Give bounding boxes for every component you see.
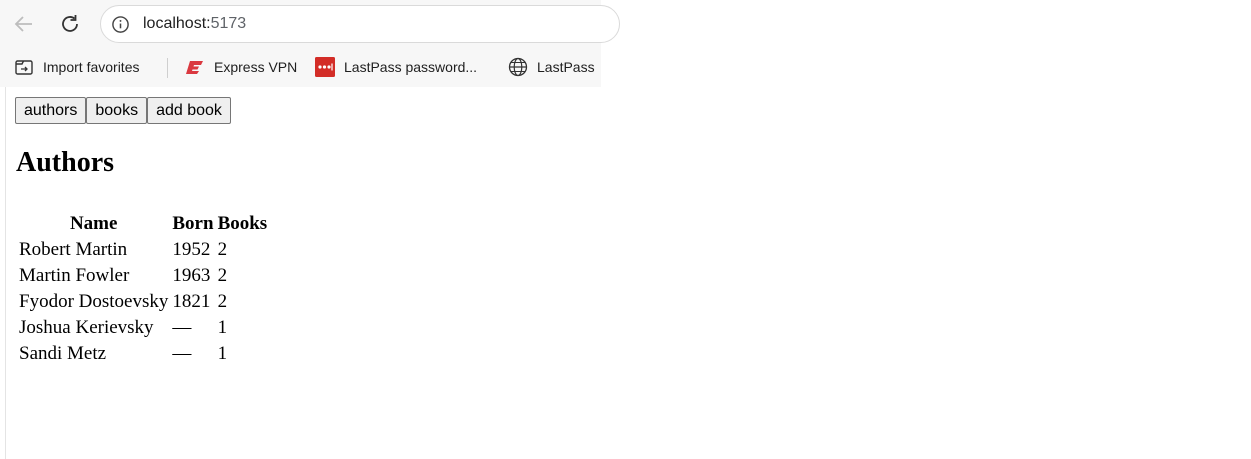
author-born: — [172, 343, 192, 364]
author-book-count: 2 [217, 239, 228, 260]
author-name: Joshua Kerievsky [19, 317, 154, 338]
url-port: 5173 [210, 15, 247, 32]
table-row: Robert Martin 1952 2 [18, 238, 268, 262]
author-book-count: 2 [217, 265, 228, 286]
table-row: Fyodor Dostoevsky 1821 2 [18, 290, 268, 314]
add-book-button[interactable]: add book [147, 97, 231, 124]
back-button[interactable] [8, 8, 40, 40]
site-info-icon[interactable] [111, 15, 130, 34]
reload-button[interactable] [54, 8, 86, 40]
author-book-count: 1 [217, 343, 228, 364]
author-name: Fyodor Dostoevsky [19, 291, 169, 312]
author-name: Sandi Metz [19, 343, 107, 364]
browser-chrome: localhost:5173 Import favorites Express … [0, 0, 620, 87]
bookmark-label: Import favorites [43, 59, 140, 75]
reload-icon [62, 15, 78, 32]
author-name: Robert Martin [19, 239, 128, 260]
lastpass-icon [315, 57, 335, 77]
author-born: 1963 [172, 265, 211, 286]
column-header-name: Name [69, 213, 118, 234]
author-name: Martin Fowler [19, 265, 130, 286]
back-arrow-icon [14, 16, 32, 32]
bookmark-lastpass[interactable]: LastPass [508, 55, 595, 79]
address-bar[interactable]: localhost:5173 [100, 5, 620, 43]
bookmarks-separator [167, 58, 168, 78]
author-book-count: 1 [217, 317, 228, 338]
globe-icon [508, 57, 528, 77]
bookmark-label: LastPass [537, 59, 595, 75]
authors-button[interactable]: authors [15, 97, 87, 124]
author-born: 1821 [172, 291, 211, 312]
browser-toolbar: localhost:5173 [0, 0, 620, 48]
author-born: — [172, 317, 192, 338]
expressvpn-icon [185, 57, 205, 77]
bookmarks-bar: Import favorites Express VPN LastPass pa… [0, 50, 601, 84]
app-nav: authors books add book [15, 97, 231, 124]
table-header-row: Name Born Books [18, 212, 268, 236]
column-header-books: Books [217, 213, 268, 234]
url-host: localhost: [143, 15, 211, 32]
books-button[interactable]: books [86, 97, 148, 124]
author-born: 1952 [172, 239, 211, 260]
column-header-born: Born [172, 213, 214, 234]
table-row: Sandi Metz — 1 [18, 342, 268, 366]
url-text: localhost:5173 [143, 15, 246, 33]
page-title: Authors [16, 147, 115, 178]
table-row: Joshua Kerievsky — 1 [18, 316, 268, 340]
bookmark-express-vpn[interactable]: Express VPN [185, 55, 297, 79]
bookmark-import-favorites[interactable]: Import favorites [14, 55, 139, 79]
bookmark-lastpass-password[interactable]: LastPass password... [315, 55, 477, 79]
bookmark-label: Express VPN [214, 59, 298, 75]
import-icon [14, 57, 34, 77]
table-row: Martin Fowler 1963 2 [18, 264, 268, 288]
author-book-count: 2 [217, 291, 228, 312]
bookmark-label: LastPass password... [344, 59, 478, 75]
page-content: authors books add book Authors Name Born… [5, 87, 1251, 459]
authors-table: Name Born Books Robert Martin 1952 2 Mar… [16, 210, 270, 368]
